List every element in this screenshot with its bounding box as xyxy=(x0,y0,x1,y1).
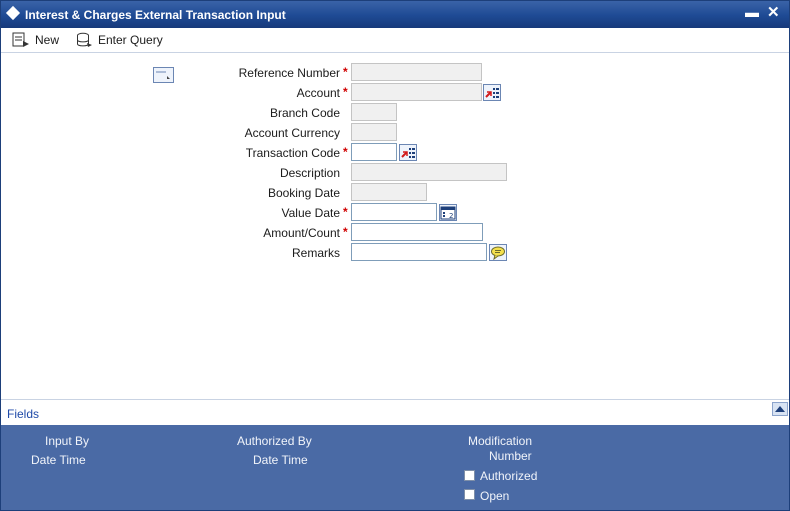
row-remarks: Remarks xyxy=(1,243,789,263)
transaction-code-field[interactable] xyxy=(351,143,397,161)
reference-number-label: Reference Number xyxy=(238,66,340,80)
window-title: Interest & Charges External Transaction … xyxy=(25,8,286,22)
remarks-field[interactable] xyxy=(351,243,487,261)
authorized-date-time-label: Date Time xyxy=(253,453,308,467)
collapse-button[interactable] xyxy=(772,402,788,416)
row-amount-count: Amount/Count * xyxy=(1,223,789,243)
row-booking-date: Booking Date xyxy=(1,183,789,203)
authorized-checkbox[interactable] xyxy=(464,470,475,481)
transaction-code-lov-button[interactable] xyxy=(399,144,417,161)
row-value-date: Value Date * 2 xyxy=(1,203,789,223)
enter-query-label: Enter Query xyxy=(98,33,163,47)
title-bar: Interest & Charges External Transaction … xyxy=(1,1,789,28)
row-branch-code: Branch Code xyxy=(1,103,789,123)
transaction-code-label: Transaction Code xyxy=(245,146,340,160)
row-transaction-code: Transaction Code * xyxy=(1,143,789,163)
authorized-checkbox-label: Authorized xyxy=(480,469,538,483)
calendar-icon: 2 xyxy=(440,206,456,220)
transaction-input-window: Interest & Charges External Transaction … xyxy=(0,0,790,511)
fields-link[interactable]: Fields xyxy=(7,407,39,421)
close-button[interactable]: ✕ xyxy=(767,3,780,21)
authorized-by-label: Authorized By xyxy=(237,434,312,448)
required-marker: * xyxy=(343,225,348,239)
enter-query-icon xyxy=(77,32,92,47)
row-account: Account * xyxy=(1,83,789,103)
window-diamond-icon xyxy=(5,5,21,21)
collapse-up-icon xyxy=(775,406,785,412)
toolbar: New Enter Query xyxy=(1,28,789,53)
row-reference-number: Reference Number * xyxy=(1,63,789,83)
enter-query-button[interactable]: Enter Query xyxy=(76,31,163,49)
required-marker: * xyxy=(343,145,348,159)
branch-code-field xyxy=(351,103,397,121)
account-field[interactable] xyxy=(351,83,482,101)
new-icon xyxy=(12,32,29,47)
modification-number-label: Number xyxy=(489,449,532,463)
remarks-icon xyxy=(491,246,505,260)
value-date-calendar-button[interactable]: 2 xyxy=(439,204,457,221)
booking-date-field xyxy=(351,183,427,201)
audit-panel: Input By Date Time Authorized By Date Ti… xyxy=(1,425,789,510)
booking-date-label: Booking Date xyxy=(267,186,340,200)
remarks-popup-button[interactable] xyxy=(489,244,507,261)
new-button[interactable]: New xyxy=(12,31,59,49)
svg-text:2: 2 xyxy=(449,212,453,220)
amount-count-field[interactable] xyxy=(351,223,483,241)
remarks-label: Remarks xyxy=(291,246,340,260)
description-label: Description xyxy=(279,166,340,180)
value-date-field[interactable] xyxy=(351,203,437,221)
row-description: Description xyxy=(1,163,789,183)
modification-label: Modification xyxy=(468,434,533,448)
new-label: New xyxy=(35,33,60,47)
account-lov-button[interactable] xyxy=(483,84,501,101)
reference-number-field[interactable] xyxy=(351,63,482,81)
lov-icon xyxy=(485,88,499,98)
fields-bar: Fields xyxy=(1,399,789,426)
minimize-button[interactable]: ▬ xyxy=(745,4,759,20)
value-date-label: Value Date xyxy=(281,206,340,220)
open-checkbox-label: Open xyxy=(480,489,510,503)
required-marker: * xyxy=(343,85,348,99)
row-account-currency: Account Currency xyxy=(1,123,789,143)
input-date-time-label: Date Time xyxy=(31,453,86,467)
account-currency-label: Account Currency xyxy=(244,126,340,140)
branch-code-label: Branch Code xyxy=(269,106,340,120)
lov-icon xyxy=(401,148,415,158)
account-currency-field xyxy=(351,123,397,141)
input-by-label: Input By xyxy=(45,434,90,448)
account-label: Account xyxy=(296,86,340,100)
required-marker: * xyxy=(343,205,348,219)
description-field xyxy=(351,163,507,181)
amount-count-label: Amount/Count xyxy=(263,226,340,240)
open-checkbox[interactable] xyxy=(464,489,475,500)
required-marker: * xyxy=(343,65,348,79)
